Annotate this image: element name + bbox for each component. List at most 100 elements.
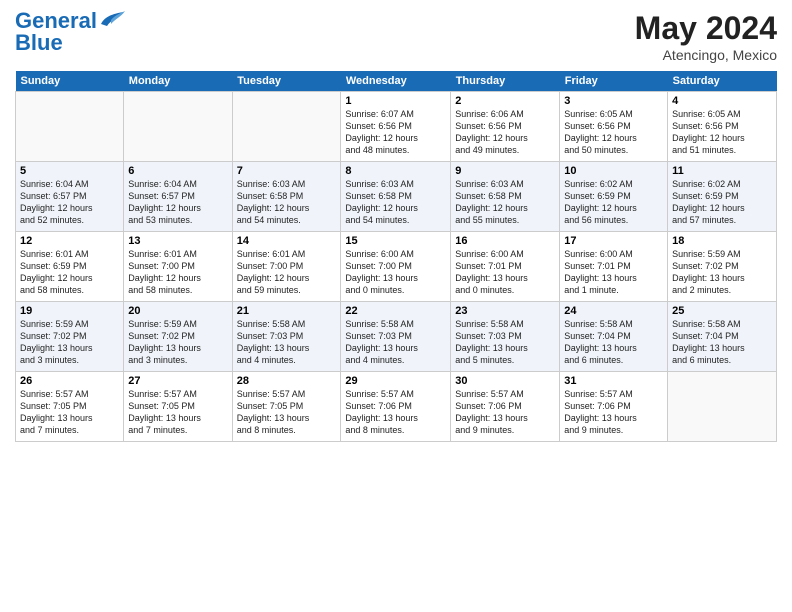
- calendar-week-row: 12Sunrise: 6:01 AM Sunset: 6:59 PM Dayli…: [16, 232, 777, 302]
- day-info: Sunrise: 5:58 AM Sunset: 7:03 PM Dayligh…: [237, 318, 337, 367]
- table-row: 19Sunrise: 5:59 AM Sunset: 7:02 PM Dayli…: [16, 302, 124, 372]
- header-row: Sunday Monday Tuesday Wednesday Thursday…: [16, 71, 777, 92]
- table-row: 2Sunrise: 6:06 AM Sunset: 6:56 PM Daylig…: [451, 92, 560, 162]
- day-info: Sunrise: 6:07 AM Sunset: 6:56 PM Dayligh…: [345, 108, 446, 157]
- day-info: Sunrise: 6:03 AM Sunset: 6:58 PM Dayligh…: [237, 178, 337, 227]
- calendar-week-row: 1Sunrise: 6:07 AM Sunset: 6:56 PM Daylig…: [16, 92, 777, 162]
- day-info: Sunrise: 5:57 AM Sunset: 7:05 PM Dayligh…: [237, 388, 337, 437]
- day-number: 22: [345, 305, 446, 317]
- day-info: Sunrise: 5:57 AM Sunset: 7:06 PM Dayligh…: [345, 388, 446, 437]
- day-number: 12: [20, 235, 119, 247]
- day-number: 26: [20, 375, 119, 387]
- table-row: 22Sunrise: 5:58 AM Sunset: 7:03 PM Dayli…: [341, 302, 451, 372]
- table-row: 1Sunrise: 6:07 AM Sunset: 6:56 PM Daylig…: [341, 92, 451, 162]
- logo: General Blue: [15, 10, 125, 54]
- table-row: 5Sunrise: 6:04 AM Sunset: 6:57 PM Daylig…: [16, 162, 124, 232]
- table-row: 20Sunrise: 5:59 AM Sunset: 7:02 PM Dayli…: [124, 302, 232, 372]
- day-info: Sunrise: 6:01 AM Sunset: 7:00 PM Dayligh…: [237, 248, 337, 297]
- table-row: [124, 92, 232, 162]
- table-row: 29Sunrise: 5:57 AM Sunset: 7:06 PM Dayli…: [341, 372, 451, 442]
- table-row: 26Sunrise: 5:57 AM Sunset: 7:05 PM Dayli…: [16, 372, 124, 442]
- day-number: 6: [128, 165, 227, 177]
- day-info: Sunrise: 5:57 AM Sunset: 7:05 PM Dayligh…: [20, 388, 119, 437]
- day-number: 28: [237, 375, 337, 387]
- day-number: 29: [345, 375, 446, 387]
- table-row: 17Sunrise: 6:00 AM Sunset: 7:01 PM Dayli…: [560, 232, 668, 302]
- day-number: 21: [237, 305, 337, 317]
- day-info: Sunrise: 6:04 AM Sunset: 6:57 PM Dayligh…: [20, 178, 119, 227]
- day-number: 2: [455, 95, 555, 107]
- col-sunday: Sunday: [16, 71, 124, 92]
- day-number: 13: [128, 235, 227, 247]
- table-row: 7Sunrise: 6:03 AM Sunset: 6:58 PM Daylig…: [232, 162, 341, 232]
- day-info: Sunrise: 5:59 AM Sunset: 7:02 PM Dayligh…: [20, 318, 119, 367]
- day-number: 14: [237, 235, 337, 247]
- header: General Blue May 2024 Atencingo, Mexico: [15, 10, 777, 63]
- table-row: [668, 372, 777, 442]
- day-info: Sunrise: 6:00 AM Sunset: 7:00 PM Dayligh…: [345, 248, 446, 297]
- table-row: 14Sunrise: 6:01 AM Sunset: 7:00 PM Dayli…: [232, 232, 341, 302]
- table-row: 3Sunrise: 6:05 AM Sunset: 6:56 PM Daylig…: [560, 92, 668, 162]
- page-container: General Blue May 2024 Atencingo, Mexico …: [0, 0, 792, 447]
- col-tuesday: Tuesday: [232, 71, 341, 92]
- day-info: Sunrise: 5:58 AM Sunset: 7:03 PM Dayligh…: [345, 318, 446, 367]
- table-row: 4Sunrise: 6:05 AM Sunset: 6:56 PM Daylig…: [668, 92, 777, 162]
- table-row: 23Sunrise: 5:58 AM Sunset: 7:03 PM Dayli…: [451, 302, 560, 372]
- title-section: May 2024 Atencingo, Mexico: [635, 10, 777, 63]
- day-number: 9: [455, 165, 555, 177]
- day-number: 1: [345, 95, 446, 107]
- day-info: Sunrise: 5:59 AM Sunset: 7:02 PM Dayligh…: [128, 318, 227, 367]
- logo-blue: Blue: [15, 32, 63, 54]
- col-saturday: Saturday: [668, 71, 777, 92]
- day-number: 18: [672, 235, 772, 247]
- table-row: 27Sunrise: 5:57 AM Sunset: 7:05 PM Dayli…: [124, 372, 232, 442]
- day-info: Sunrise: 6:04 AM Sunset: 6:57 PM Dayligh…: [128, 178, 227, 227]
- day-number: 16: [455, 235, 555, 247]
- day-number: 7: [237, 165, 337, 177]
- day-info: Sunrise: 6:02 AM Sunset: 6:59 PM Dayligh…: [564, 178, 663, 227]
- table-row: 6Sunrise: 6:04 AM Sunset: 6:57 PM Daylig…: [124, 162, 232, 232]
- logo-general: General: [15, 10, 97, 32]
- day-info: Sunrise: 5:58 AM Sunset: 7:04 PM Dayligh…: [672, 318, 772, 367]
- table-row: 25Sunrise: 5:58 AM Sunset: 7:04 PM Dayli…: [668, 302, 777, 372]
- day-number: 3: [564, 95, 663, 107]
- table-row: 18Sunrise: 5:59 AM Sunset: 7:02 PM Dayli…: [668, 232, 777, 302]
- day-info: Sunrise: 5:58 AM Sunset: 7:03 PM Dayligh…: [455, 318, 555, 367]
- day-number: 30: [455, 375, 555, 387]
- table-row: 15Sunrise: 6:00 AM Sunset: 7:00 PM Dayli…: [341, 232, 451, 302]
- day-info: Sunrise: 6:01 AM Sunset: 6:59 PM Dayligh…: [20, 248, 119, 297]
- table-row: 31Sunrise: 5:57 AM Sunset: 7:06 PM Dayli…: [560, 372, 668, 442]
- col-wednesday: Wednesday: [341, 71, 451, 92]
- table-row: 8Sunrise: 6:03 AM Sunset: 6:58 PM Daylig…: [341, 162, 451, 232]
- table-row: 16Sunrise: 6:00 AM Sunset: 7:01 PM Dayli…: [451, 232, 560, 302]
- day-number: 25: [672, 305, 772, 317]
- col-thursday: Thursday: [451, 71, 560, 92]
- table-row: 24Sunrise: 5:58 AM Sunset: 7:04 PM Dayli…: [560, 302, 668, 372]
- day-number: 31: [564, 375, 663, 387]
- day-info: Sunrise: 5:57 AM Sunset: 7:06 PM Dayligh…: [564, 388, 663, 437]
- table-row: 28Sunrise: 5:57 AM Sunset: 7:05 PM Dayli…: [232, 372, 341, 442]
- location: Atencingo, Mexico: [635, 47, 777, 63]
- day-number: 4: [672, 95, 772, 107]
- day-info: Sunrise: 6:00 AM Sunset: 7:01 PM Dayligh…: [564, 248, 663, 297]
- logo-bird-icon: [97, 10, 125, 32]
- col-monday: Monday: [124, 71, 232, 92]
- day-number: 11: [672, 165, 772, 177]
- day-info: Sunrise: 6:05 AM Sunset: 6:56 PM Dayligh…: [564, 108, 663, 157]
- day-number: 5: [20, 165, 119, 177]
- table-row: 10Sunrise: 6:02 AM Sunset: 6:59 PM Dayli…: [560, 162, 668, 232]
- day-info: Sunrise: 5:59 AM Sunset: 7:02 PM Dayligh…: [672, 248, 772, 297]
- calendar-table: Sunday Monday Tuesday Wednesday Thursday…: [15, 71, 777, 442]
- day-info: Sunrise: 6:03 AM Sunset: 6:58 PM Dayligh…: [345, 178, 446, 227]
- day-info: Sunrise: 6:01 AM Sunset: 7:00 PM Dayligh…: [128, 248, 227, 297]
- day-info: Sunrise: 5:58 AM Sunset: 7:04 PM Dayligh…: [564, 318, 663, 367]
- day-info: Sunrise: 6:05 AM Sunset: 6:56 PM Dayligh…: [672, 108, 772, 157]
- table-row: 13Sunrise: 6:01 AM Sunset: 7:00 PM Dayli…: [124, 232, 232, 302]
- day-number: 20: [128, 305, 227, 317]
- day-info: Sunrise: 6:00 AM Sunset: 7:01 PM Dayligh…: [455, 248, 555, 297]
- calendar-week-row: 19Sunrise: 5:59 AM Sunset: 7:02 PM Dayli…: [16, 302, 777, 372]
- day-number: 17: [564, 235, 663, 247]
- table-row: 11Sunrise: 6:02 AM Sunset: 6:59 PM Dayli…: [668, 162, 777, 232]
- day-info: Sunrise: 6:03 AM Sunset: 6:58 PM Dayligh…: [455, 178, 555, 227]
- day-number: 23: [455, 305, 555, 317]
